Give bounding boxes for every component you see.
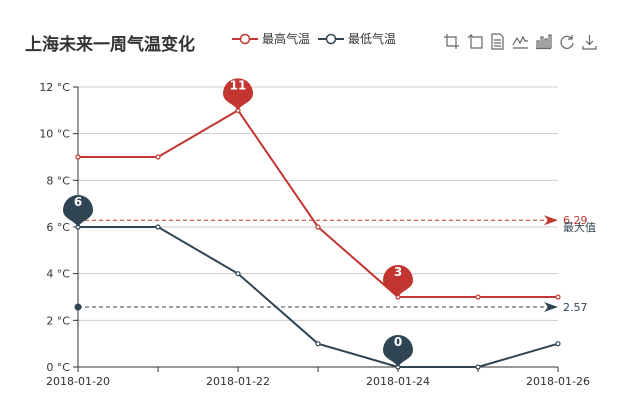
mark-line-arrow-low (544, 302, 558, 313)
y-tick-label: 4 °C (46, 268, 70, 281)
data-point-high (155, 154, 161, 160)
max-line-label-low: 最大值 (563, 220, 596, 234)
x-tick-label: 2018-01-20 (46, 375, 110, 388)
data-point-low (155, 224, 161, 230)
x-tick-label: 2018-01-22 (206, 375, 270, 388)
data-point-low (315, 341, 321, 347)
data-point-low (235, 271, 241, 277)
series-line-high (78, 109, 558, 298)
mark-line-start-low (74, 303, 82, 311)
y-tick-label: 10 °C (39, 128, 70, 141)
mark-point-label-high: 11 (230, 78, 247, 92)
chart-page: 上海未来一周气温变化 最高气温 最低气温 0 °C 2 °C 4 °C 6 °C… (0, 0, 643, 417)
data-point-high (555, 294, 561, 300)
mark-line-arrow-high (544, 215, 558, 226)
data-point-low (555, 341, 561, 347)
data-point-high (475, 294, 481, 300)
y-tick-label: 12 °C (39, 81, 70, 94)
data-point-low (475, 364, 481, 370)
y-tick-label: 8 °C (46, 174, 70, 187)
mark-point-label-low: 6 (74, 195, 82, 209)
line-chart: 0 °C 2 °C 4 °C 6 °C 8 °C 10 °C 12 °C 2018-01-20… (39, 78, 596, 388)
y-tick-label: 2 °C (46, 314, 70, 327)
mark-point-label-low: 0 (394, 335, 402, 349)
x-tick-label: 2018-01-26 (526, 375, 590, 388)
mark-line-label-low: 2.57 (563, 301, 588, 314)
data-point-high (75, 154, 81, 160)
mark-point-label-high: 3 (394, 265, 402, 279)
y-tick-label: 0 °C (46, 361, 70, 374)
data-point-high (315, 224, 321, 230)
x-tick-label: 2018-01-24 (366, 375, 430, 388)
y-tick-label: 6 °C (46, 221, 70, 234)
